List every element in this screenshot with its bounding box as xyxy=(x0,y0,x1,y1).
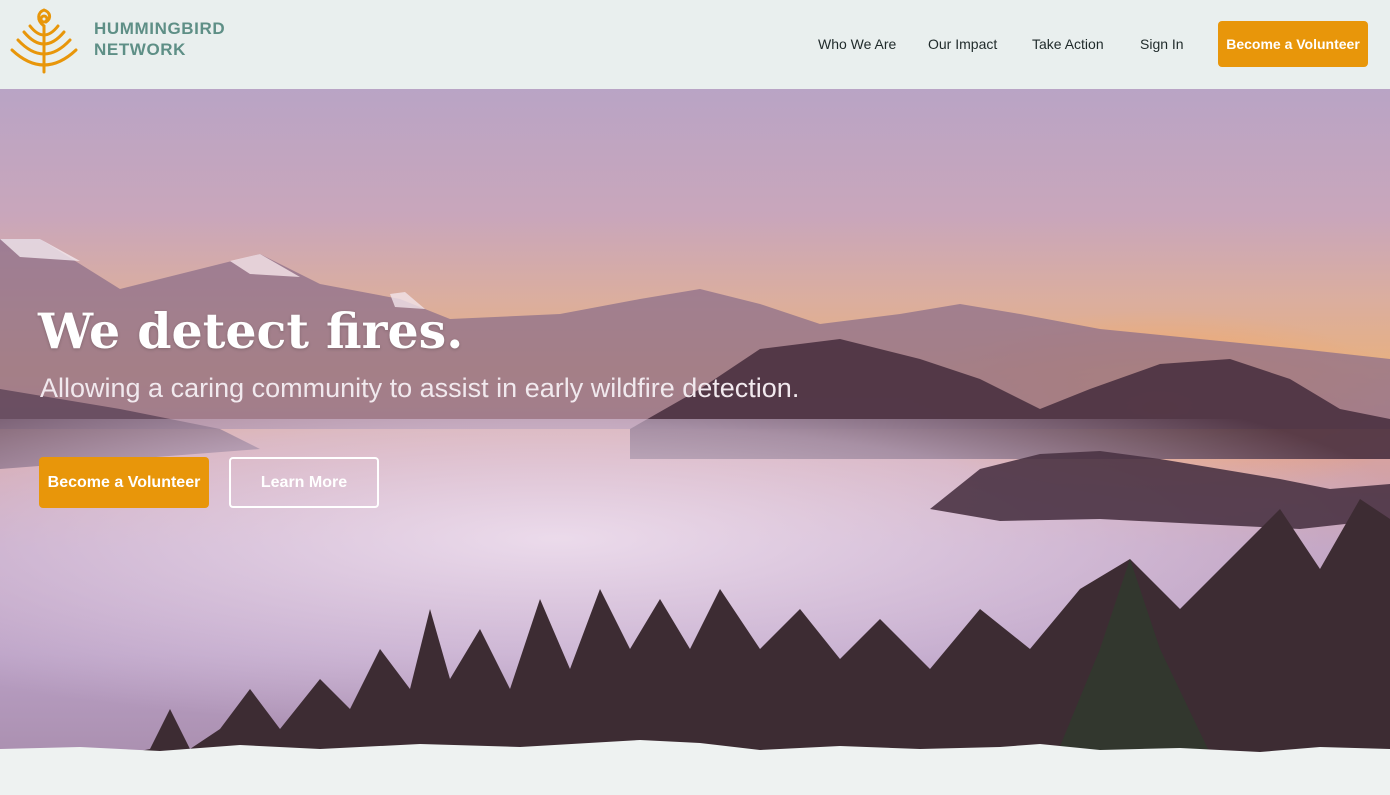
nav-our-impact[interactable]: Our Impact xyxy=(928,36,997,52)
hummingbird-logo-icon[interactable] xyxy=(8,6,80,74)
learn-more-button[interactable]: Learn More xyxy=(229,457,379,508)
forest-silhouette xyxy=(0,451,1390,795)
site-header: HUMMINGBIRD NETWORK Who We Are Our Impac… xyxy=(0,0,1390,89)
hero-section: We detect fires. Allowing a caring commu… xyxy=(0,89,1390,795)
brand-name[interactable]: HUMMINGBIRD NETWORK xyxy=(94,18,225,60)
nav-sign-in[interactable]: Sign In xyxy=(1140,36,1184,52)
hero-become-volunteer-button[interactable]: Become a Volunteer xyxy=(39,457,209,508)
brand-line-1: HUMMINGBIRD xyxy=(94,19,226,38)
torn-edge-divider xyxy=(0,740,1390,795)
hero-subtitle: Allowing a caring community to assist in… xyxy=(40,373,800,403)
nav-who-we-are[interactable]: Who We Are xyxy=(818,36,896,52)
header-become-volunteer-button[interactable]: Become a Volunteer xyxy=(1218,21,1368,67)
hero-title: We detect fires. xyxy=(38,302,464,360)
nav-take-action[interactable]: Take Action xyxy=(1032,36,1104,52)
brand-line-2: NETWORK xyxy=(94,40,187,59)
